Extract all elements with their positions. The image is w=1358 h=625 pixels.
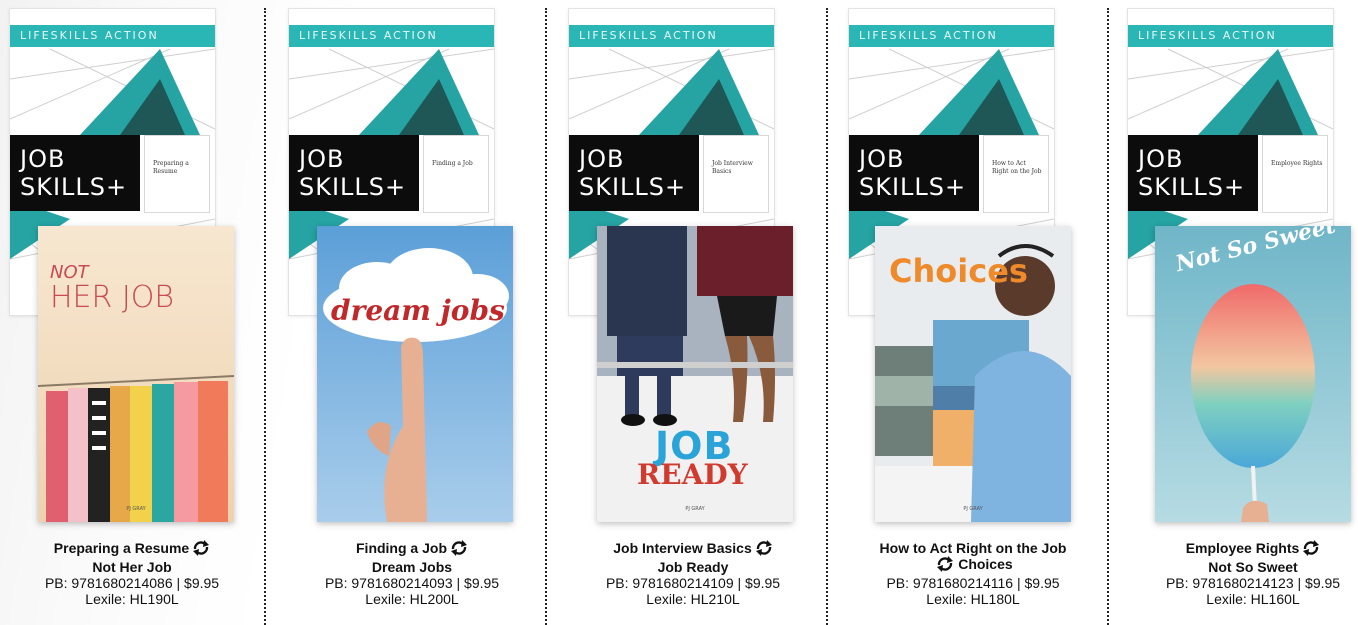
book-cover: Choices PJ GRAY [875,226,1071,522]
series-label: LIFESKILLS ACTION [1138,29,1277,42]
book-cover-title: dream jobs [331,294,505,327]
isbn-price: PB: 9781680214086 | $9.95 [44,575,220,591]
series-title: JOB SKILLS+ [579,145,687,201]
book-caption: Finding a Job Dream Jobs PB: 97816802140… [277,540,547,607]
catalog-entry: LIFESKILLS ACTION JOB SKILLS+ Employee R… [1124,0,1358,625]
series-label: LIFESKILLS ACTION [859,29,998,42]
isbn-price: PB: 9781680214116 | $9.95 [886,575,1060,591]
book-caption: How to Act Right on the Job Choices PB: … [838,540,1108,607]
topic-title: Finding a Job [356,540,447,556]
series-title: JOB SKILLS+ [299,145,407,201]
swap-arrows-icon [936,556,954,575]
swap-arrows-icon [192,540,210,559]
book-caption: Job Interview Basics Job Ready PB: 97816… [558,540,828,607]
book-caption: Employee Rights Not So Sweet PB: 9781680… [1118,540,1358,607]
isbn-price: PB: 9781680214109 | $9.95 [605,575,781,591]
lexile-level: Lexile: HL180L [926,591,1020,607]
swap-arrows-icon [1302,540,1320,559]
book-author: PJ GRAY [126,506,146,512]
series-title: JOB SKILLS+ [20,145,128,201]
series-subtitle-box: Preparing a Resume [144,135,210,213]
book-title: Not So Sweet [1208,559,1298,575]
series-subtitle: Preparing a Resume [153,160,189,175]
catalog-page: LIFESKILLS ACTION JOB SKILLS+ Preparing … [0,0,1358,625]
lexile-level: Lexile: HL190L [85,591,179,607]
book-title: Dream Jobs [371,559,453,575]
book-author: PJ GRAY [685,506,705,512]
series-title: JOB SKILLS+ [859,145,967,201]
isbn-price: PB: 9781680214123 | $9.95 [1165,575,1341,591]
book-author: PJ GRAY [963,506,983,512]
series-subtitle: Job Interview Basics [712,160,753,175]
catalog-entry: LIFESKILLS ACTION JOB SKILLS+ Preparing … [0,0,270,625]
topic-title: Preparing a Resume [53,540,190,556]
isbn-price: PB: 9781680214093 | $9.95 [324,575,500,591]
lexile-level: Lexile: HL160L [1206,591,1300,607]
book-cover: NOT HER JOB PJ GRAY [38,226,234,522]
book-cover: dream jobs [317,226,513,522]
book-cover: JOB READY PJ GRAY [597,226,793,522]
series-label: LIFESKILLS ACTION [579,29,718,42]
series-title: JOB SKILLS+ [1138,145,1246,201]
swap-arrows-icon [450,540,468,559]
topic-title: Job Interview Basics [613,540,752,556]
series-subtitle: Employee Rights [1271,160,1323,167]
series-label: LIFESKILLS ACTION [299,29,438,42]
series-subtitle-box: How to Act Right on the Job [983,135,1049,213]
series-label: LIFESKILLS ACTION [20,29,159,42]
book-title: Job Ready [657,559,729,575]
book-title: Not Her Job [92,559,172,575]
topic-title: Employee Rights [1185,540,1300,556]
book-caption: Preparing a Resume Not Her Job PB: 97816… [0,540,267,607]
book-cover-title: Choices [889,252,1028,290]
catalog-entry: LIFESKILLS ACTION JOB SKILLS+ Finding a … [281,0,551,625]
book-cover-title: HER JOB [50,280,174,315]
book-title: Choices [958,556,1013,572]
lexile-level: Lexile: HL200L [365,591,459,607]
book-cover-art [317,226,513,522]
series-subtitle-box: Job Interview Basics [703,135,769,213]
series-subtitle-box: Finding a Job [423,135,489,213]
topic-title: How to Act Right on the Job [879,540,1067,556]
book-cover: Not So Sweet [1155,226,1351,522]
swap-arrows-icon [755,540,773,559]
series-subtitle: Finding a Job [432,160,473,167]
book-cover-title: READY [637,458,748,491]
series-subtitle: How to Act Right on the Job [992,160,1042,175]
catalog-entry: LIFESKILLS ACTION JOB SKILLS+ Job Interv… [562,0,832,625]
series-subtitle-box: Employee Rights [1262,135,1328,213]
catalog-entry: LIFESKILLS ACTION JOB SKILLS+ How to Act… [843,0,1113,625]
lexile-level: Lexile: HL210L [646,591,740,607]
